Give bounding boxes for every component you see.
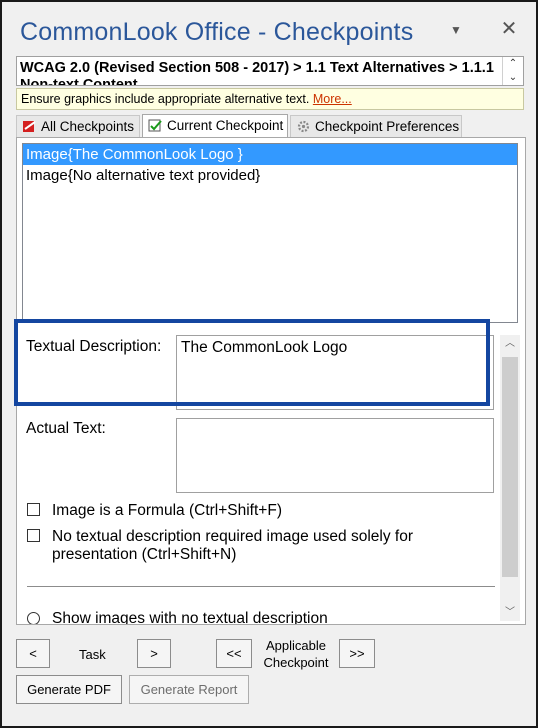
breadcrumb-spinner[interactable]: ⌃ ⌄ [502,57,523,85]
checkpoints-pane: CommonLook Office - Checkpoints ▼ ✕ WCAG… [0,0,538,728]
first-checkpoint-button[interactable]: << [216,639,252,668]
applicable-checkpoint-label: Applicable Checkpoint [263,638,329,670]
task-label: Task [79,647,106,662]
chevron-down-icon[interactable]: ⌄ [503,71,523,85]
tip-text: Ensure graphics include appropriate alte… [21,92,310,106]
no-description-radio[interactable] [27,612,40,624]
image-list[interactable]: Image{The CommonLook Logo } Image{No alt… [22,143,518,323]
generate-pdf-button[interactable]: Generate PDF [16,675,122,704]
formula-checkbox-label: Image is a Formula (Ctrl+Shift+F) [52,502,282,519]
tab-strip: All Checkpoints Current Checkpoint Check… [16,114,526,138]
tab-label: All Checkpoints [41,119,135,134]
list-item[interactable]: Image{No alternative text provided} [23,165,517,186]
scrollbar-thumb[interactable] [502,357,518,577]
more-link[interactable]: More... [313,92,352,106]
breadcrumb: WCAG 2.0 (Revised Section 508 - 2017) > … [16,56,524,86]
tab-all-checkpoints[interactable]: All Checkpoints [16,115,140,137]
actual-text-field[interactable] [176,418,494,493]
pane-title: CommonLook Office - Checkpoints [20,18,414,46]
close-icon[interactable]: ✕ [498,18,520,40]
list-item[interactable]: Image{The CommonLook Logo } [23,144,517,165]
prev-task-button[interactable]: < [16,639,50,668]
tab-current-checkpoint[interactable]: Current Checkpoint [142,114,288,138]
chevron-down-icon[interactable]: ﹀ [500,604,520,621]
textual-description-field[interactable]: The CommonLook Logo [176,335,494,410]
next-task-button[interactable]: > [137,639,171,668]
tab-checkpoint-preferences[interactable]: Checkpoint Preferences [290,115,462,137]
tip-bar: Ensure graphics include appropriate alte… [16,88,524,110]
divider [27,586,495,587]
formula-checkbox[interactable] [27,503,40,516]
generate-report-button[interactable]: Generate Report [129,675,249,704]
no-description-checkbox-label: No textual description required image us… [52,528,413,563]
checkpoints-icon [23,121,36,132]
gear-icon [297,120,310,133]
actual-text-label: Actual Text: [26,420,106,437]
tab-label: Checkpoint Preferences [315,119,460,134]
chevron-up-icon[interactable]: ⌃ [503,57,523,71]
last-checkpoint-button[interactable]: >> [339,639,375,668]
chevron-down-icon[interactable]: ▼ [448,22,464,38]
chevron-up-icon[interactable]: ︿ [500,335,520,352]
checkmark-icon [148,119,162,132]
no-description-radio-label: Show images with no textual description [52,610,328,625]
no-description-checkbox[interactable] [27,529,40,542]
breadcrumb-text: WCAG 2.0 (Revised Section 508 - 2017) > … [20,60,494,86]
no-description-checkbox-row[interactable]: No textual description required image us… [27,528,487,568]
current-checkpoint-panel: Image{The CommonLook Logo } Image{No alt… [16,137,526,625]
tab-label: Current Checkpoint [167,118,284,133]
vertical-scrollbar[interactable]: ︿ ﹀ [500,335,520,621]
title-bar: CommonLook Office - Checkpoints ▼ ✕ [2,2,536,54]
textual-description-label: Textual Description: [26,338,162,355]
